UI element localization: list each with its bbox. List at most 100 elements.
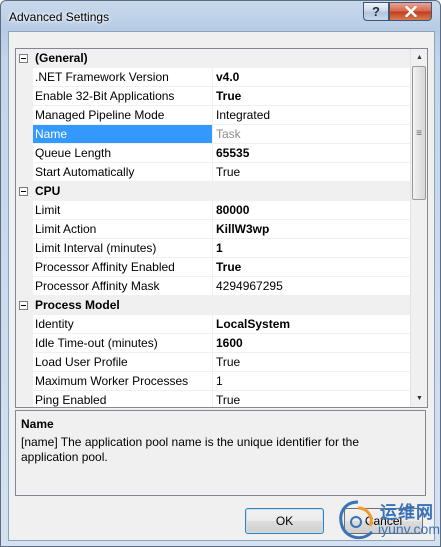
row-gutter bbox=[16, 201, 33, 220]
property-name: Queue Length bbox=[35, 146, 112, 160]
property-value-cell[interactable]: Integrated bbox=[213, 106, 410, 125]
property-name: Load User Profile bbox=[35, 355, 128, 369]
property-row[interactable]: Ping Enabled True bbox=[16, 391, 410, 407]
property-value-cell[interactable]: True bbox=[213, 163, 410, 182]
row-gutter bbox=[16, 315, 33, 334]
property-value-cell[interactable]: True bbox=[213, 258, 410, 277]
property-name-cell[interactable]: Queue Length bbox=[33, 144, 212, 163]
property-name-cell[interactable]: Processor Affinity Enabled bbox=[33, 258, 212, 277]
collapse-icon[interactable] bbox=[19, 54, 28, 63]
property-name-cell[interactable]: Limit Interval (minutes) bbox=[33, 239, 212, 258]
property-value-cell[interactable]: True bbox=[213, 87, 410, 106]
property-value: Integrated bbox=[216, 108, 271, 122]
category-label: Process Model bbox=[35, 298, 120, 312]
property-name: .NET Framework Version bbox=[35, 70, 169, 84]
cancel-button[interactable]: Cancel bbox=[344, 508, 423, 534]
property-name-cell[interactable]: Ping Enabled bbox=[33, 391, 212, 407]
row-gutter bbox=[16, 239, 33, 258]
row-gutter bbox=[16, 163, 33, 182]
property-value-cell[interactable]: 1 bbox=[213, 372, 410, 391]
property-row[interactable]: Limit Interval (minutes) 1 bbox=[16, 239, 410, 258]
property-row[interactable]: Limit Action KillW3wp bbox=[16, 220, 410, 239]
advanced-settings-dialog: Advanced Settings ? (General) .NET Framew… bbox=[0, 0, 441, 547]
property-value: Task bbox=[216, 127, 241, 141]
row-gutter bbox=[16, 334, 33, 353]
vertical-scrollbar[interactable]: ▲ ≡ ▼ bbox=[410, 49, 427, 407]
property-value: 1 bbox=[216, 241, 223, 255]
property-value-cell[interactable]: 80000 bbox=[213, 201, 410, 220]
property-value: 1600 bbox=[216, 336, 243, 350]
property-name-cell[interactable]: .NET Framework Version bbox=[33, 68, 212, 87]
property-value: 1 bbox=[216, 374, 223, 388]
property-name-cell[interactable]: Managed Pipeline Mode bbox=[33, 106, 212, 125]
property-value-cell[interactable]: v4.0 bbox=[213, 68, 410, 87]
property-value-cell[interactable]: 1 bbox=[213, 239, 410, 258]
property-value: 4294967295 bbox=[216, 279, 283, 293]
property-value-cell[interactable]: 4294967295 bbox=[213, 277, 410, 296]
title-bar[interactable]: Advanced Settings ? bbox=[1, 1, 440, 31]
property-row[interactable]: Start Automatically True bbox=[16, 163, 410, 182]
category-row[interactable]: Process Model bbox=[16, 296, 410, 315]
collapse-icon[interactable] bbox=[19, 187, 28, 196]
row-gutter bbox=[16, 106, 33, 125]
property-name: Limit Interval (minutes) bbox=[35, 241, 157, 255]
property-row[interactable]: Managed Pipeline Mode Integrated bbox=[16, 106, 410, 125]
property-name-cell[interactable]: Enable 32-Bit Applications bbox=[33, 87, 212, 106]
row-gutter bbox=[16, 277, 33, 296]
property-row[interactable]: Enable 32-Bit Applications True bbox=[16, 87, 410, 106]
property-name-cell[interactable]: Limit Action bbox=[33, 220, 212, 239]
property-name-cell[interactable]: Name bbox=[33, 125, 212, 144]
property-name-cell[interactable]: Idle Time-out (minutes) bbox=[33, 334, 212, 353]
property-value-cell[interactable]: Task bbox=[213, 125, 410, 144]
property-name-cell[interactable]: Limit bbox=[33, 201, 212, 220]
property-value: 65535 bbox=[216, 146, 250, 160]
property-value-cell[interactable]: 1600 bbox=[213, 334, 410, 353]
property-name-cell[interactable]: Load User Profile bbox=[33, 353, 212, 372]
row-gutter bbox=[16, 353, 33, 372]
row-gutter bbox=[16, 391, 33, 407]
property-value: True bbox=[216, 393, 241, 407]
help-icon: ? bbox=[372, 4, 380, 19]
property-name: Maximum Worker Processes bbox=[35, 374, 189, 388]
property-value-cell[interactable]: 65535 bbox=[213, 144, 410, 163]
category-row[interactable]: (General) bbox=[16, 49, 410, 68]
scroll-up-arrow[interactable]: ▲ bbox=[411, 49, 427, 66]
property-name: Ping Enabled bbox=[35, 393, 107, 407]
property-row[interactable]: Maximum Worker Processes 1 bbox=[16, 372, 410, 391]
property-name-cell[interactable]: Maximum Worker Processes bbox=[33, 372, 212, 391]
dialog-title: Advanced Settings bbox=[9, 10, 110, 24]
property-row[interactable]: Processor Affinity Enabled True bbox=[16, 258, 410, 277]
dialog-client-area: (General) .NET Framework Version v4.0 Enabl… bbox=[8, 31, 435, 541]
ok-button[interactable]: OK bbox=[245, 508, 324, 534]
row-gutter bbox=[16, 144, 33, 163]
category-row[interactable]: CPU bbox=[16, 182, 410, 201]
property-value: v4.0 bbox=[216, 70, 240, 84]
scroll-thumb[interactable]: ≡ bbox=[412, 66, 426, 200]
property-row[interactable]: Limit 80000 bbox=[16, 201, 410, 220]
property-value: 80000 bbox=[216, 203, 250, 217]
property-row[interactable]: Queue Length 65535 bbox=[16, 144, 410, 163]
property-row[interactable]: Load User Profile True bbox=[16, 353, 410, 372]
property-value: True bbox=[216, 89, 242, 103]
property-name-cell[interactable]: Start Automatically bbox=[33, 163, 212, 182]
property-row[interactable]: Processor Affinity Mask 4294967295 bbox=[16, 277, 410, 296]
collapse-icon[interactable] bbox=[19, 301, 28, 310]
row-gutter bbox=[16, 125, 33, 144]
help-button[interactable]: ? bbox=[363, 2, 389, 21]
property-value-cell[interactable]: KillW3wp bbox=[213, 220, 410, 239]
property-name-cell[interactable]: Identity bbox=[33, 315, 212, 334]
property-value-cell[interactable]: LocalSystem bbox=[213, 315, 410, 334]
property-row[interactable]: Identity LocalSystem bbox=[16, 315, 410, 334]
scroll-down-arrow[interactable]: ▼ bbox=[411, 390, 427, 407]
property-value-cell[interactable]: True bbox=[213, 391, 410, 407]
property-value-cell[interactable]: True bbox=[213, 353, 410, 372]
row-gutter bbox=[16, 220, 33, 239]
property-row[interactable]: Idle Time-out (minutes) 1600 bbox=[16, 334, 410, 353]
property-name-cell[interactable]: Processor Affinity Mask bbox=[33, 277, 212, 296]
property-row[interactable]: Name Task bbox=[16, 125, 410, 144]
property-value: True bbox=[216, 165, 241, 179]
property-row[interactable]: .NET Framework Version v4.0 bbox=[16, 68, 410, 87]
category-label: (General) bbox=[35, 51, 88, 65]
property-value: True bbox=[216, 260, 242, 274]
close-button[interactable] bbox=[389, 2, 432, 21]
